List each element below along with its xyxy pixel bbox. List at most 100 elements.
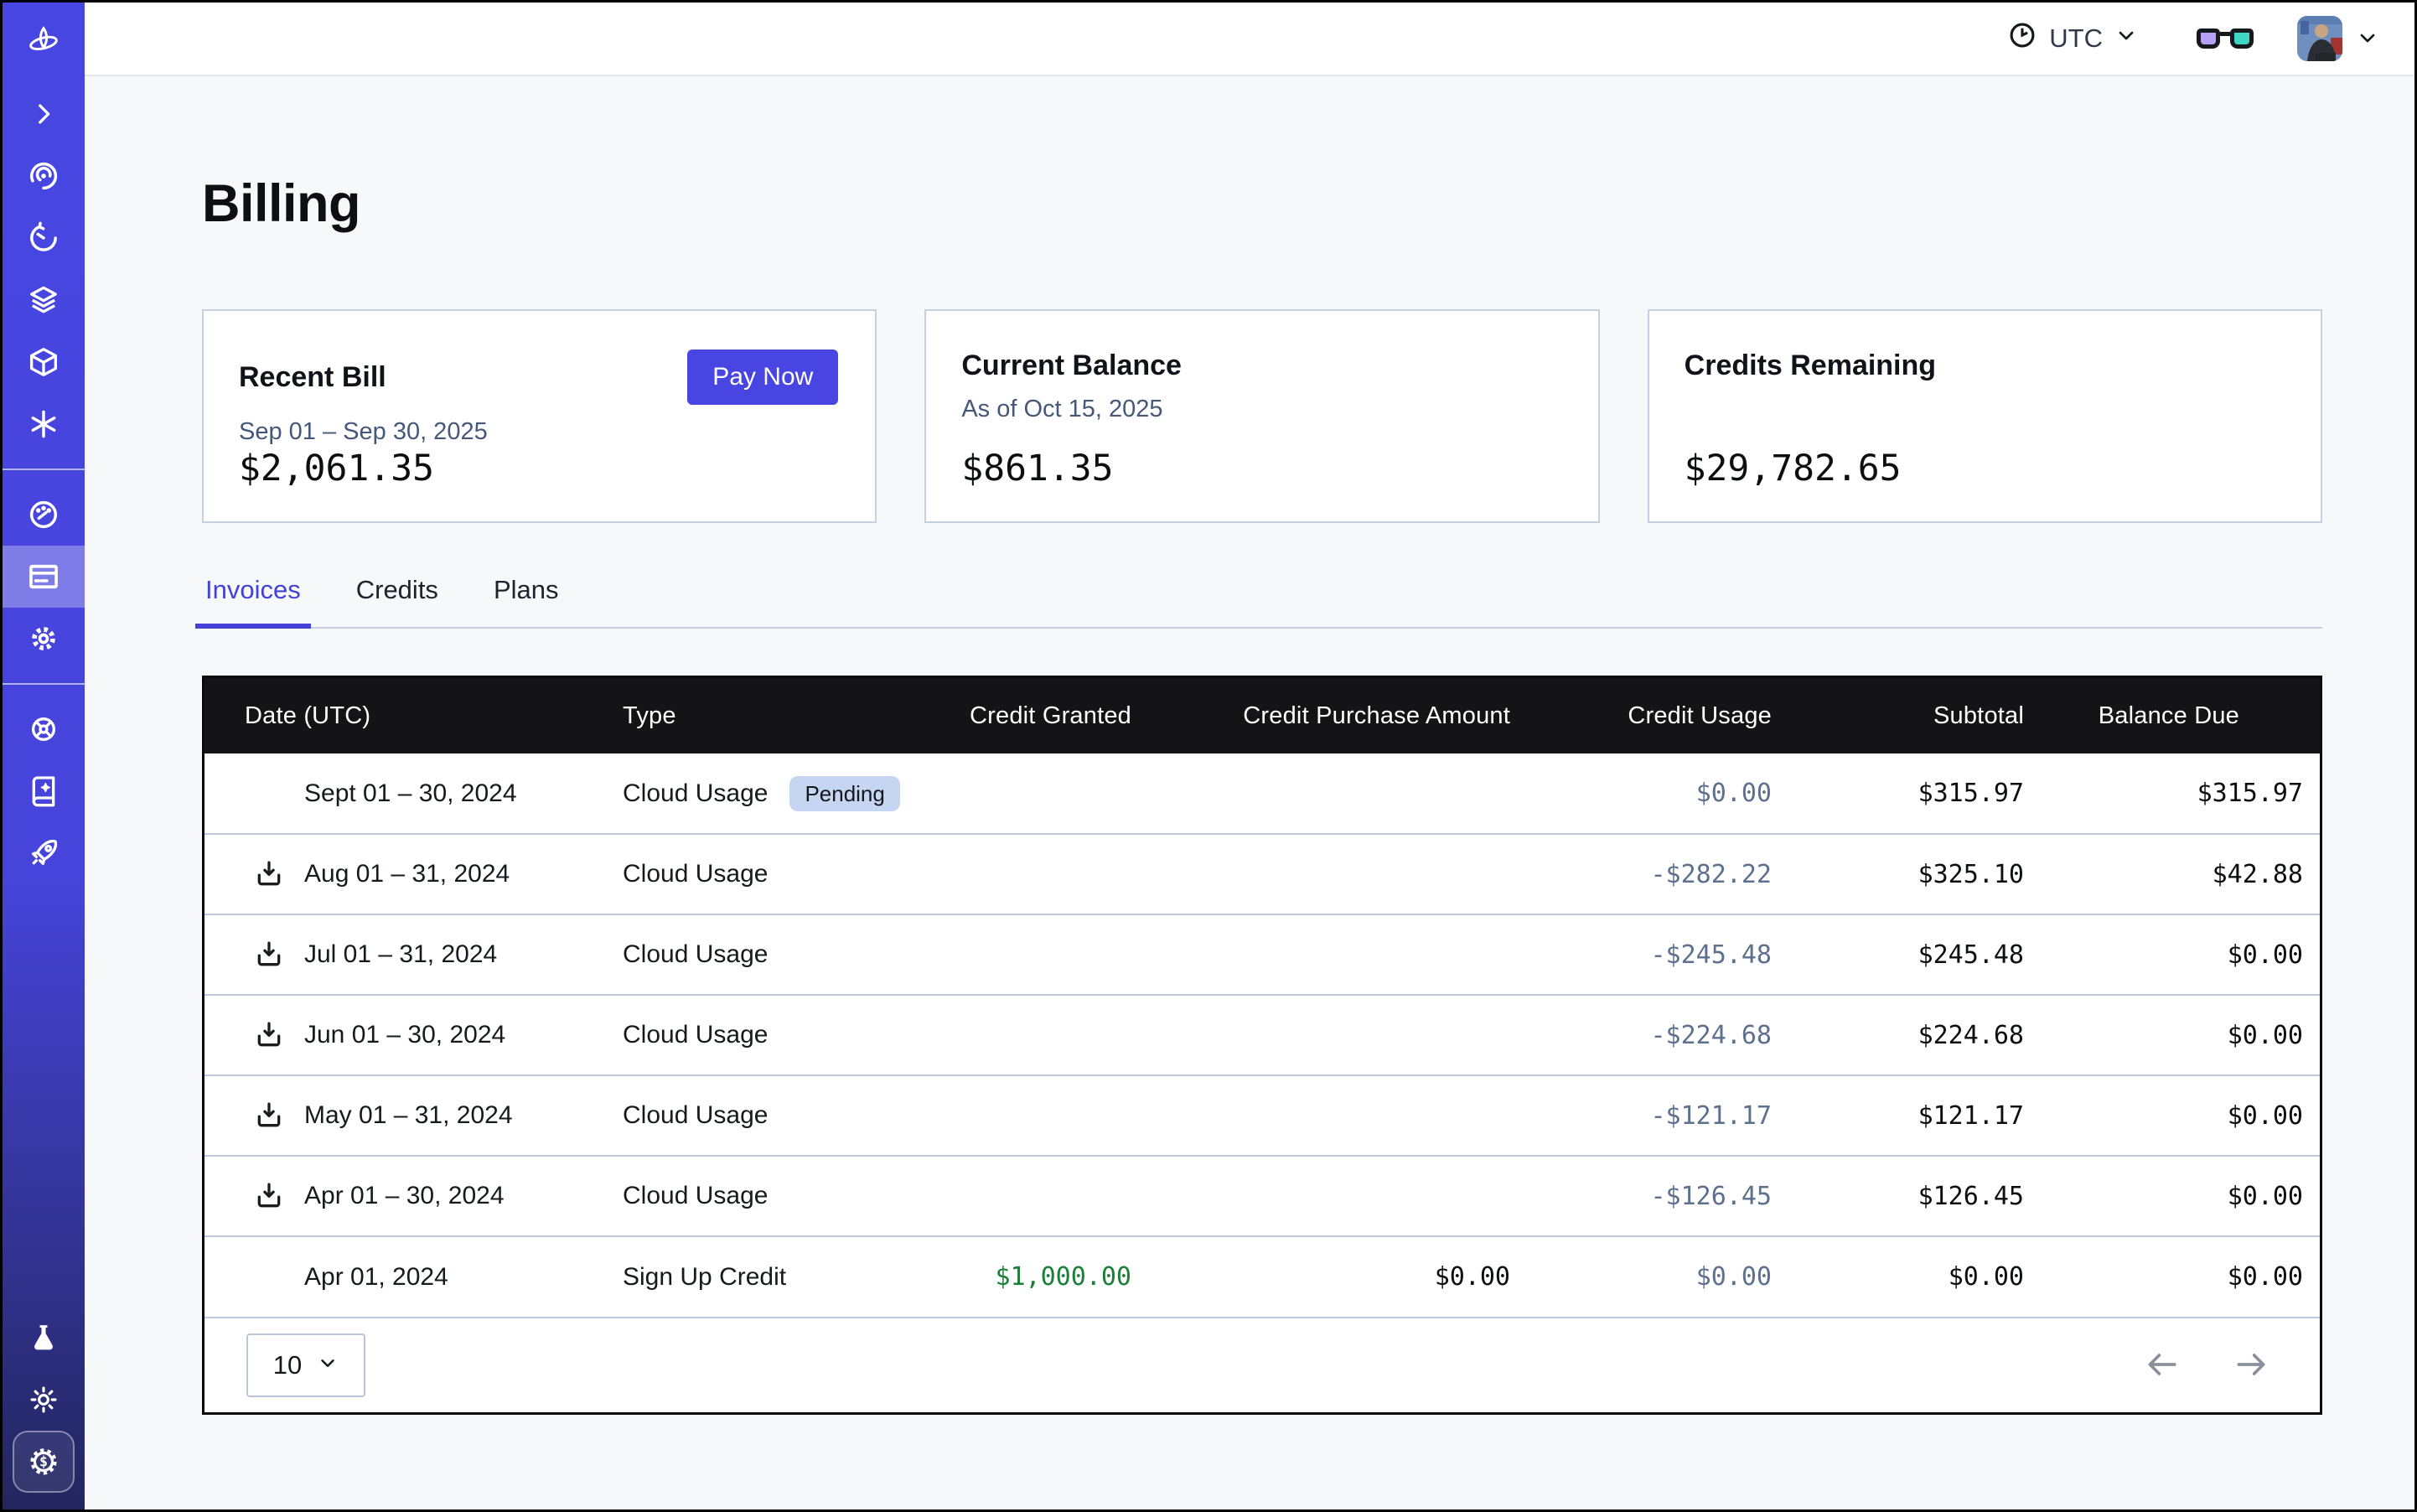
- sidebar-item-support[interactable]: [3, 698, 85, 760]
- card-subtitle: As of Oct 15, 2025: [961, 396, 1560, 424]
- credit-purchase-value: $0.00: [1148, 1236, 1527, 1317]
- credit-granted-value: [940, 753, 1148, 834]
- sidebar-item-layers[interactable]: [3, 269, 85, 331]
- download-invoice-button[interactable]: [252, 857, 286, 891]
- column-header-balance-due: Balance Due: [2041, 678, 2320, 753]
- credit-granted-value: [940, 1075, 1148, 1156]
- balance-due-value: $42.88: [2041, 834, 2320, 914]
- credit-purchase-value: [1148, 1075, 1527, 1156]
- download-slot-empty: [252, 777, 286, 810]
- table-header-row: Date (UTC) Type Credit Granted Credit Pu…: [204, 678, 2320, 753]
- credit-purchase-value: [1148, 1156, 1527, 1236]
- labs-flask-icon: [28, 1322, 60, 1354]
- topbar: UTC: [85, 3, 2414, 76]
- sidebar-item-settings[interactable]: [3, 608, 85, 670]
- sidebar-item-theme[interactable]: [3, 1369, 85, 1431]
- invoice-date: Jul 01 – 31, 2024: [304, 940, 497, 969]
- layers-icon: [27, 283, 60, 317]
- table-row: Apr 01 – 30, 2024 Cloud Usage -$126.45$126…: [204, 1156, 2320, 1236]
- credit-granted-value: [940, 1156, 1148, 1236]
- balance-due-value: $0.00: [2041, 1156, 2320, 1236]
- sidebar-item-docs[interactable]: [3, 760, 85, 822]
- invoice-type: Cloud Usage: [623, 1182, 768, 1210]
- tab-invoices[interactable]: Invoices: [202, 570, 304, 627]
- download-invoice-button[interactable]: [252, 1099, 286, 1132]
- card-subtitle: Sep 01 – Sep 30, 2025: [239, 418, 838, 447]
- invoice-date: May 01 – 31, 2024: [304, 1101, 513, 1130]
- billing-card-icon: [26, 559, 61, 594]
- sidebar-item-usage[interactable]: [3, 484, 85, 546]
- balance-due-value: $315.97: [2041, 753, 2320, 834]
- tab-credits[interactable]: Credits: [353, 570, 442, 627]
- credit-usage-value: $0.00: [1527, 1236, 1788, 1317]
- next-page-button[interactable]: [2233, 1346, 2269, 1385]
- sidebar: $: [3, 3, 85, 1509]
- usage-gauge-icon: [27, 498, 60, 531]
- support-wheel-icon: [27, 712, 60, 746]
- sidebar-item-credits[interactable]: $: [13, 1431, 75, 1493]
- download-slot-empty: [252, 1261, 286, 1294]
- page-size-value: 10: [273, 1350, 302, 1380]
- column-header-date: Date (UTC): [204, 678, 622, 753]
- credits-dollar-icon: $: [26, 1444, 61, 1479]
- sidebar-divider: [3, 469, 85, 470]
- history-timer-icon: [27, 221, 60, 255]
- invoice-date: Apr 01, 2024: [304, 1263, 448, 1292]
- download-invoice-button[interactable]: [252, 1018, 286, 1052]
- sidebar-item-asterisk[interactable]: [3, 393, 85, 455]
- svg-text:$: $: [39, 1454, 48, 1470]
- tab-plans[interactable]: Plans: [490, 570, 562, 627]
- subtotal-value: $126.45: [1788, 1156, 2041, 1236]
- invoice-type: Sign Up Credit: [623, 1263, 786, 1292]
- tracing-eye-icon: [27, 159, 60, 193]
- app-window: $ UTC: [0, 0, 2417, 1512]
- sidebar-item-labs[interactable]: [3, 1307, 85, 1369]
- invoice-date: Apr 01 – 30, 2024: [304, 1182, 505, 1210]
- table-row: Jun 01 – 30, 2024Cloud Usage-$224.68$224…: [204, 995, 2320, 1075]
- sidebar-item-collapse[interactable]: [3, 83, 85, 145]
- billing-page: Billing Recent Bill Pay Now Sep 01 – Sep…: [85, 76, 2414, 1509]
- column-header-credit-purchase: Credit Purchase Amount: [1148, 678, 1527, 753]
- credit-granted-value: $1,000.00: [940, 1236, 1148, 1317]
- chevron-down-icon: [317, 1350, 339, 1380]
- invoice-date: Jun 01 – 30, 2024: [304, 1021, 505, 1049]
- arrow-left-icon: [2144, 1346, 2181, 1385]
- credit-purchase-value: [1148, 834, 1527, 914]
- app-logo-icon: [3, 3, 85, 83]
- card-subtitle: [1685, 396, 2284, 424]
- page-title: Billing: [202, 173, 2322, 234]
- clock-icon: [2007, 20, 2037, 57]
- sidebar-item-tracing[interactable]: [3, 145, 85, 207]
- table-row: Jul 01 – 31, 2024Cloud Usage-$245.48$245…: [204, 914, 2320, 995]
- invoice-type: Cloud Usage: [623, 940, 768, 969]
- main-area: UTC: [85, 3, 2414, 1509]
- table-row: Aug 01 – 31, 2024Cloud Usage-$282.22$325…: [204, 834, 2320, 914]
- card-title: Credits Remaining: [1685, 350, 1936, 382]
- glasses-button[interactable]: [2192, 28, 2259, 49]
- account-menu[interactable]: [2292, 15, 2384, 62]
- subtotal-value: $245.48: [1788, 914, 2041, 995]
- sidebar-item-quickstart[interactable]: [3, 822, 85, 884]
- theme-sun-icon: [28, 1384, 60, 1416]
- subtotal-value: $315.97: [1788, 753, 2041, 834]
- docs-book-icon: [27, 774, 60, 808]
- download-invoice-button[interactable]: [252, 1179, 286, 1213]
- invoice-type: Cloud Usage: [623, 1021, 768, 1049]
- credit-granted-value: [940, 834, 1148, 914]
- page-size-select[interactable]: 10: [246, 1333, 365, 1397]
- sidebar-item-cube[interactable]: [3, 331, 85, 393]
- glasses-icon: [2197, 28, 2254, 49]
- pay-now-button[interactable]: Pay Now: [687, 350, 838, 405]
- credit-usage-value: -$126.45: [1527, 1156, 1788, 1236]
- sidebar-item-billing[interactable]: [3, 546, 85, 608]
- credits-remaining-card: Credits Remaining $29,782.65: [1648, 309, 2322, 523]
- card-amount: $861.35: [961, 448, 1560, 489]
- sidebar-item-history[interactable]: [3, 207, 85, 269]
- timezone-picker[interactable]: UTC: [2002, 19, 2143, 58]
- download-invoice-button[interactable]: [252, 938, 286, 971]
- table-row: May 01 – 31, 2024Cloud Usage-$121.17$121…: [204, 1075, 2320, 1156]
- balance-due-value: $0.00: [2041, 914, 2320, 995]
- card-amount: $2,061.35: [239, 448, 838, 489]
- prev-page-button[interactable]: [2144, 1346, 2181, 1385]
- chevron-down-icon: [2114, 23, 2138, 54]
